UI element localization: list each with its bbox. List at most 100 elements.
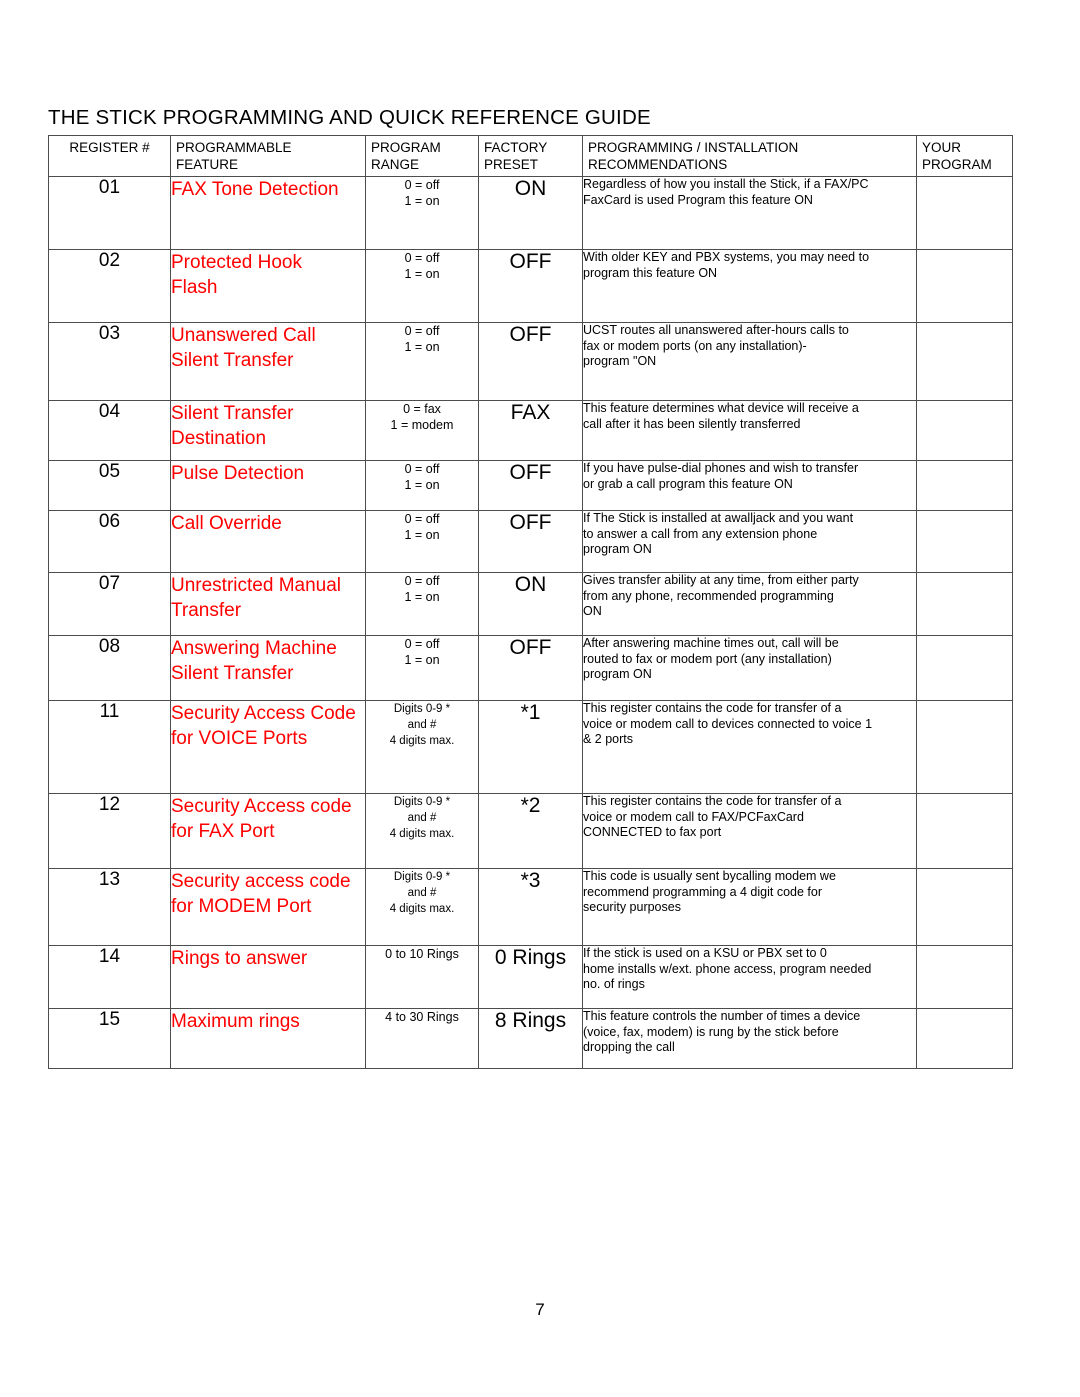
cell-program-range: 4 to 30 Rings	[365, 1008, 479, 1069]
range-line: 0 = fax	[403, 402, 441, 416]
cell-program-range: Digits 0-9 * and # 4 digits max.	[365, 868, 479, 946]
range-line: Digits 0-9 *	[393, 796, 451, 808]
header-feature-line2: FEATURE	[176, 157, 239, 172]
feature-line: Call Override	[171, 513, 282, 534]
cell-register-number: 08	[48, 635, 171, 701]
range-line: 4 digits max.	[389, 903, 455, 915]
cell-recommendation: This feature determines what device will…	[582, 400, 917, 461]
cell-program-range: 0 = off 1 = on	[365, 176, 479, 250]
cell-factory-preset: OFF	[478, 510, 583, 573]
cell-your-program[interactable]	[916, 572, 1013, 636]
range-line: 1 = on	[404, 590, 440, 604]
cell-your-program[interactable]	[916, 400, 1013, 461]
cell-register-number: 02	[48, 249, 171, 323]
feature-line: Destination	[171, 428, 267, 449]
range-line: 1 = on	[404, 653, 440, 667]
cell-your-program[interactable]	[916, 460, 1013, 511]
table-row: 01 FAX Tone Detection 0 = off 1 = on ON Regar…	[48, 176, 1013, 250]
recommendation-line: ON	[583, 604, 602, 618]
cell-register-number: 04	[48, 400, 171, 461]
recommendation-line: CONNECTED to fax port	[583, 825, 722, 839]
range-line: 0 = off	[404, 324, 440, 338]
cell-program-range: 0 = off 1 = on	[365, 322, 479, 401]
table-row: 02 Protected Hook Flash 0 = off 1 = on OFF Wit…	[48, 249, 1013, 323]
cell-register-number: 06	[48, 510, 171, 573]
cell-factory-preset: ON	[478, 176, 583, 250]
cell-register-number: 07	[48, 572, 171, 636]
cell-factory-preset: OFF	[478, 460, 583, 511]
table-row: 15 Maximum rings 4 to 30 Rings 8 Rings This …	[48, 1008, 1013, 1069]
cell-programmable-feature: Silent Transfer Destination	[170, 400, 366, 461]
table-header-row: REGISTER # PROGRAMMABLE FEATURE PROGRAM …	[48, 135, 1013, 177]
table-row: 08 Answering Machine Silent Transfer 0 = of…	[48, 635, 1013, 701]
recommendation-line: fax or modem ports (on any installation)…	[583, 338, 807, 353]
range-line: and #	[407, 812, 437, 824]
cell-your-program[interactable]	[916, 945, 1013, 1009]
header-range-line1: PROGRAM	[371, 140, 441, 155]
cell-programmable-feature: Maximum rings	[170, 1008, 366, 1069]
recommendation-line: This register contains the code for tran…	[583, 794, 842, 808]
table-row: 13 Security access code for MODEM Port Digi…	[48, 868, 1013, 946]
recommendation-line: This feature determines what device will…	[583, 401, 859, 415]
range-line: 0 = off	[404, 637, 440, 651]
register-reference-table: REGISTER # PROGRAMMABLE FEATURE PROGRAM …	[48, 135, 1013, 1069]
cell-your-program[interactable]	[916, 700, 1013, 794]
cell-programmable-feature: Security access code for MODEM Port	[170, 868, 366, 946]
cell-programmable-feature: Answering Machine Silent Transfer	[170, 635, 366, 701]
recommendation-line: home installs w/ext. phone access, progr…	[583, 961, 872, 976]
recommendation-line: from any phone, recommended programming	[583, 588, 834, 603]
cell-your-program[interactable]	[916, 322, 1013, 401]
header-recommendations-line2: RECOMMENDATIONS	[588, 157, 728, 172]
header-register-line1: REGISTER #	[69, 140, 150, 155]
range-line: 1 = on	[404, 194, 440, 208]
cell-register-number: 03	[48, 322, 171, 401]
range-line: 0 = off	[404, 512, 440, 526]
header-register: REGISTER #	[48, 135, 171, 177]
range-line: 0 = off	[404, 462, 440, 476]
cell-register-number: 15	[48, 1008, 171, 1069]
recommendation-line: Gives transfer ability at any time, from…	[583, 573, 859, 587]
cell-your-program[interactable]	[916, 793, 1013, 869]
cell-recommendation: If you have pulse-dial phones and wish t…	[582, 460, 917, 511]
range-line: Digits 0-9 *	[393, 871, 451, 883]
cell-factory-preset: ON	[478, 572, 583, 636]
cell-register-number: 13	[48, 868, 171, 946]
cell-factory-preset: OFF	[478, 322, 583, 401]
cell-your-program[interactable]	[916, 1008, 1013, 1069]
cell-factory-preset: *3	[478, 868, 583, 946]
range-line: 1 = on	[404, 340, 440, 354]
recommendation-line: routed to fax or modem port (any install…	[583, 651, 832, 666]
recommendation-line: recommend programming a 4 digit code for	[583, 884, 823, 899]
feature-line: Transfer	[171, 600, 242, 621]
header-preset-line1: FACTORY	[484, 140, 548, 155]
table-row: 14 Rings to answer 0 to 10 Rings 0 Rings If …	[48, 945, 1013, 1009]
cell-program-range: 0 = off 1 = on	[365, 460, 479, 511]
header-your-program: YOUR PROGRAM	[916, 135, 1013, 177]
cell-programmable-feature: FAX Tone Detection	[170, 176, 366, 250]
cell-program-range: 0 = off 1 = on	[365, 249, 479, 323]
header-your-program-line2: PROGRAM	[922, 157, 992, 172]
cell-programmable-feature: Unanswered Call Silent Transfer	[170, 322, 366, 401]
header-recommendations: PROGRAMMING / INSTALLATION RECOMMENDATIO…	[582, 135, 917, 177]
document-page: THE STICK PROGRAMMING AND QUICK REFERENC…	[0, 0, 1080, 1397]
cell-programmable-feature: Security Access code for FAX Port	[170, 793, 366, 869]
cell-program-range: Digits 0-9 * and # 4 digits max.	[365, 793, 479, 869]
cell-your-program[interactable]	[916, 249, 1013, 323]
cell-programmable-feature: Unrestricted Manual Transfer	[170, 572, 366, 636]
cell-your-program[interactable]	[916, 176, 1013, 250]
cell-recommendation: This feature controls the number of time…	[582, 1008, 917, 1069]
cell-your-program[interactable]	[916, 510, 1013, 573]
recommendation-line: program ON	[583, 667, 652, 681]
cell-recommendation: With older KEY and PBX systems, you may …	[582, 249, 917, 323]
cell-factory-preset: 0 Rings	[478, 945, 583, 1009]
feature-line: Pulse Detection	[171, 463, 305, 484]
cell-your-program[interactable]	[916, 868, 1013, 946]
header-your-program-line1: YOUR	[922, 140, 962, 155]
page-title: THE STICK PROGRAMMING AND QUICK REFERENC…	[48, 106, 651, 129]
header-range-line2: RANGE	[371, 157, 420, 172]
cell-your-program[interactable]	[916, 635, 1013, 701]
header-feature-line1: PROGRAMMABLE	[176, 140, 292, 155]
header-recommendations-line1: PROGRAMMING / INSTALLATION	[588, 140, 799, 155]
cell-program-range: 0 = fax 1 = modem	[365, 400, 479, 461]
feature-line: for VOICE Ports	[171, 728, 308, 749]
